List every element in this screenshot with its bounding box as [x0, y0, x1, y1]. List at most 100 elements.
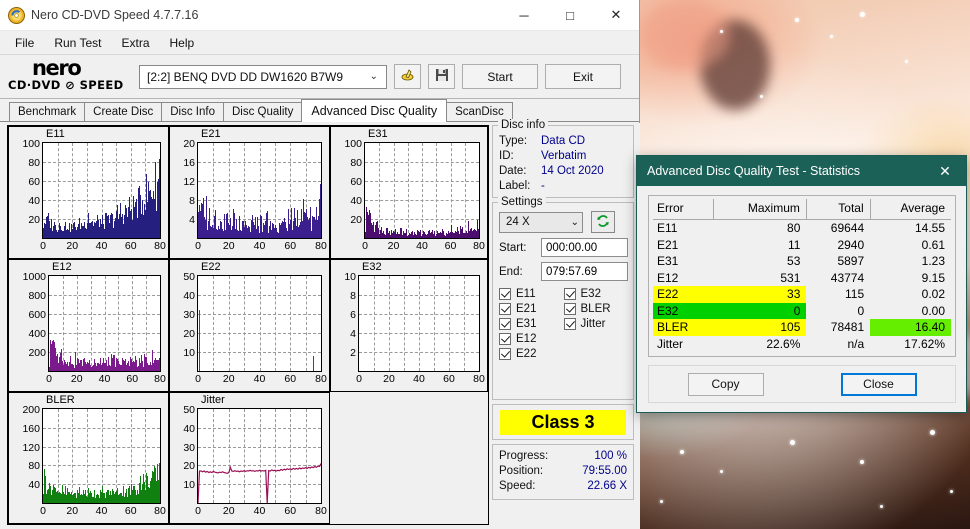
star [660, 500, 663, 503]
checkbox-jitter[interactable]: Jitter [563, 318, 629, 330]
star [860, 12, 865, 17]
start-input[interactable]: 000:00.00 [541, 238, 628, 257]
end-label: End: [499, 265, 523, 278]
cell-average: 17.62% [904, 336, 945, 351]
cell-average: 0.00 [921, 303, 945, 318]
y-axis-tick: 60 [350, 176, 362, 188]
y-axis-tick: 120 [22, 441, 40, 454]
chart-bars-e22 [198, 276, 321, 371]
x-axis-tick: 40 [95, 505, 108, 517]
window-title: Nero CD-DVD Speed 4.7.7.16 [31, 8, 199, 22]
cell-total: 78481 [830, 320, 865, 334]
maximize-button[interactable]: □ [547, 0, 593, 31]
y-axis-tick: 20 [183, 460, 195, 473]
speed-select[interactable]: 24 X ⌄ [499, 211, 583, 233]
y-axis-tick: 8 [189, 195, 195, 207]
x-axis-tick: 80 [473, 240, 485, 252]
chart-plot-bler: 40 80 120 160 200 0 20 40 60 80 [22, 404, 165, 517]
table-head: Error Maximum Total Average [653, 199, 951, 220]
col-header-error: Error [653, 199, 715, 220]
checkbox-label: BLER [580, 303, 611, 315]
y-axis-tick: 20 [28, 214, 40, 226]
close-icon[interactable]: ✕ [924, 156, 966, 186]
tab-benchmark[interactable]: Benchmark [9, 102, 86, 121]
chart-plot-e21: 4 8 12 16 20 0 20 40 60 80 [183, 138, 327, 252]
disc-info-key: Label: [499, 180, 531, 192]
checkbox-e11[interactable]: E11 [499, 288, 564, 300]
drive-select[interactable]: [2:2] BENQ DVD DD DW1620 B7W9 ⌄ [139, 64, 387, 89]
menu-item-help[interactable]: Help [161, 33, 204, 53]
chart-plot-e12: 200 400 600 800 1000 0 20 40 60 80 [23, 271, 166, 385]
x-axis-tick: 0 [362, 240, 368, 252]
x-axis-tick: 0 [195, 505, 201, 517]
checkbox-icon [563, 318, 576, 330]
x-axis-tick: 0 [195, 373, 201, 385]
start-button[interactable]: Start [462, 64, 538, 89]
chart-grid-panel: E11 20 40 60 80 100 0 20 40 60 80 E21 4 8 12 16 20 0 20 40 6… [7, 125, 489, 525]
y-axis-tick: 6 [350, 309, 356, 321]
copy-button[interactable]: Copy [687, 372, 764, 396]
chart-cell-jitter: Jitter 10 20 30 40 50 0 20 40 60 80 [169, 392, 330, 524]
tab-advanced-disc-quality[interactable]: Advanced Disc Quality [301, 99, 448, 122]
dialog-button-bar: Copy Close [648, 365, 956, 403]
cell-maximum: 33 [713, 286, 807, 303]
y-axis-tick: 8 [350, 290, 356, 302]
cell-total: 115 [845, 287, 865, 301]
save-button[interactable] [428, 64, 455, 89]
cell-error: E22 [653, 286, 714, 303]
checkbox-bler[interactable]: BLER [563, 303, 629, 315]
dialog-title-bar: Advanced Disc Quality Test - Statistics … [637, 156, 966, 186]
toolbar: nero CD·DVD ⊘ SPEED [2:2] BENQ DVD DD DW… [0, 55, 639, 99]
y-axis-tick: 20 [350, 214, 362, 226]
y-axis-tick: 400 [28, 328, 46, 340]
nebula-blob [640, 0, 730, 70]
y-axis-tick: 160 [22, 422, 40, 435]
exit-button[interactable]: Exit [545, 64, 621, 89]
disc-info-legend: Disc info [498, 119, 549, 131]
x-axis-tick: 80 [315, 240, 327, 252]
gridline [404, 276, 405, 371]
checkbox-e21[interactable]: E21 [499, 303, 564, 315]
chart-plot-e32: 2 4 6 8 10 0 20 40 60 80 [344, 271, 485, 385]
chart-bars-bler [43, 409, 160, 503]
checkbox-icon [563, 303, 576, 315]
menu-item-extra[interactable]: Extra [112, 33, 158, 53]
tab-disc-info[interactable]: Disc Info [161, 102, 224, 121]
checkbox-grid-spacer [564, 333, 629, 345]
checkbox-e31[interactable]: E31 [499, 318, 564, 330]
minimize-button[interactable]: ─ [501, 0, 547, 31]
star [720, 470, 723, 473]
disc-info-value: Data CD [541, 135, 586, 147]
dialog-title: Advanced Disc Quality Test - Statistics [647, 164, 861, 178]
y-axis-tick: 40 [183, 422, 195, 435]
table-row: BLER 105 78481 16.40 [653, 319, 951, 336]
progress-panel: Progress: 100 % Position: 79:55.00 Speed… [492, 444, 634, 500]
gridline [449, 276, 450, 371]
menu-bar: File Run Test Extra Help [0, 31, 639, 55]
cell-average: 1.23 [921, 254, 945, 268]
close-button[interactable]: ✕ [593, 0, 639, 31]
chart-plot-e11: 20 40 60 80 100 0 20 40 60 80 [22, 138, 165, 252]
chart-cell-e32: E32 2 4 6 8 10 0 20 40 60 80 [330, 259, 488, 392]
checkbox-e12[interactable]: E12 [499, 333, 564, 345]
eject-disc-icon [400, 68, 415, 86]
end-input[interactable]: 079:57.69 [541, 262, 628, 281]
chart-plot-e22: 10 20 30 40 50 0 20 40 60 80 [183, 271, 327, 385]
chart-cell-e21: E21 4 8 12 16 20 0 20 40 60 80 [169, 126, 330, 259]
menu-item-run-test[interactable]: Run Test [45, 33, 110, 53]
checkbox-e32[interactable]: E32 [563, 288, 629, 300]
eject-button[interactable] [394, 64, 421, 89]
x-axis-tick: 60 [124, 505, 137, 517]
menu-item-file[interactable]: File [6, 33, 43, 53]
tab-create-disc[interactable]: Create Disc [84, 102, 163, 121]
star [720, 30, 723, 33]
checkbox-label: E32 [580, 288, 601, 300]
y-axis-tick: 30 [183, 309, 195, 321]
checkbox-e22[interactable]: E22 [499, 348, 564, 360]
close-dialog-button[interactable]: Close [840, 372, 917, 396]
progress-key: Progress: [499, 450, 549, 462]
tab-disc-quality[interactable]: Disc Quality [223, 102, 303, 121]
x-axis-tick: 0 [40, 505, 46, 517]
refresh-button[interactable] [591, 211, 615, 233]
chart-bars-e31 [365, 143, 479, 238]
